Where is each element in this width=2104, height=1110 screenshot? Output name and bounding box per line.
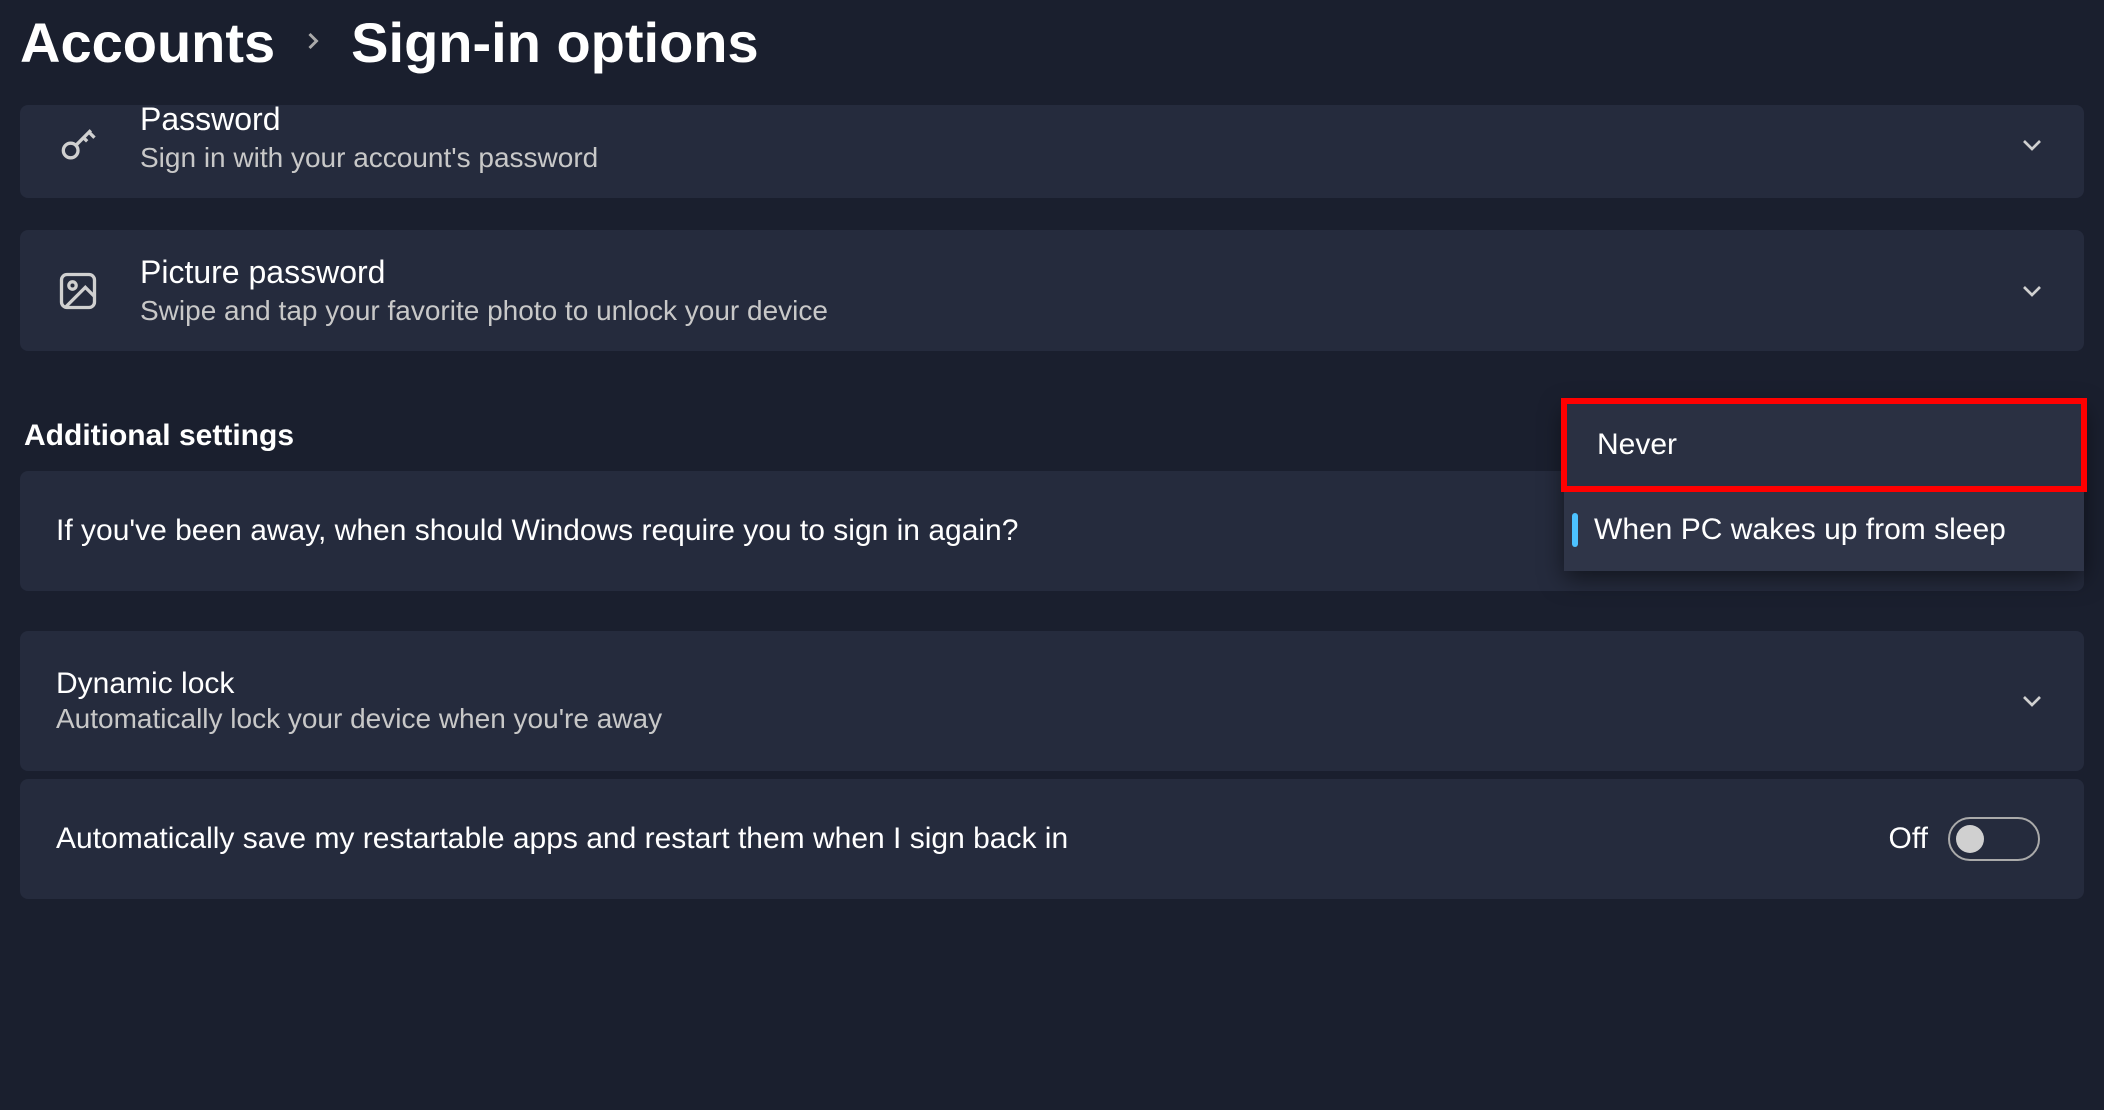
restart-apps-toggle[interactable] <box>1948 817 2040 861</box>
page-title: Sign-in options <box>351 10 758 75</box>
toggle-knob <box>1956 825 1984 853</box>
card-title: Password <box>140 101 1976 138</box>
setting-title: Dynamic lock <box>56 667 662 701</box>
picture-icon <box>56 269 100 313</box>
card-description: Sign in with your account's password <box>140 142 1976 174</box>
key-icon <box>56 123 100 167</box>
breadcrumb-parent[interactable]: Accounts <box>20 10 275 75</box>
dynamic-lock-row[interactable]: Dynamic lock Automatically lock your dev… <box>20 631 2084 771</box>
dropdown-option-wake[interactable]: When PC wakes up from sleep <box>1564 489 2084 571</box>
card-description: Swipe and tap your favorite photo to unl… <box>140 295 1976 327</box>
password-option-card[interactable]: Password Sign in with your account's pas… <box>20 105 2084 198</box>
chevron-right-icon <box>299 20 327 65</box>
chevron-down-icon <box>2016 685 2048 717</box>
restart-apps-row: Automatically save my restartable apps a… <box>20 779 2084 899</box>
setting-group: Dynamic lock Automatically lock your dev… <box>56 667 662 735</box>
dropdown-option-never[interactable]: Never <box>1561 398 2087 492</box>
card-text: Picture password Swipe and tap your favo… <box>140 254 1976 327</box>
toggle-state-label: Off <box>1889 822 1928 856</box>
setting-label: Automatically save my restartable apps a… <box>56 822 1889 856</box>
chevron-down-icon <box>2016 129 2048 161</box>
setting-description: Automatically lock your device when you'… <box>56 703 662 735</box>
card-title: Picture password <box>140 254 1976 291</box>
picture-password-card[interactable]: Picture password Swipe and tap your favo… <box>20 230 2084 351</box>
require-signin-row[interactable]: If you've been away, when should Windows… <box>20 471 2084 591</box>
card-text: Password Sign in with your account's pas… <box>140 115 1976 174</box>
breadcrumb: Accounts Sign-in options <box>20 0 2084 105</box>
require-signin-dropdown[interactable]: Never When PC wakes up from sleep <box>1564 401 2084 571</box>
chevron-down-icon <box>2016 275 2048 307</box>
